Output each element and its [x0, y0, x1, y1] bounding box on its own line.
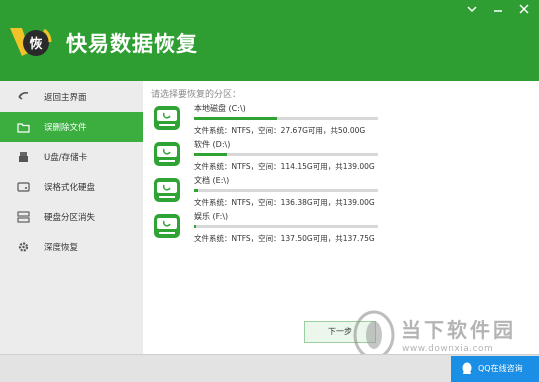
- drive-item[interactable]: 软件 (D:\) 文件系统：NTFS，空间：114.15G可用，共139.00G: [153, 139, 393, 171]
- app-title: 快易数据恢复: [66, 32, 198, 56]
- partition-hint: 请选择要恢复的分区：: [151, 90, 242, 100]
- sidebar-item-label: 硬盘分区消失: [44, 213, 96, 223]
- folder-icon: [17, 123, 30, 133]
- watermark-logo-icon: [353, 310, 395, 360]
- hard-disk-icon: [17, 182, 30, 192]
- minimize-icon[interactable]: [490, 4, 506, 18]
- drive-info: 文件系统：NTFS，空间：27.67G可用，共50.00G: [194, 126, 366, 135]
- back-arrow-icon: [18, 92, 29, 100]
- sidebar-item-label: 深度恢复: [44, 243, 79, 253]
- sidebar-item-formatted-disk[interactable]: 误格式化硬盘: [0, 172, 143, 202]
- drive-item[interactable]: 本地磁盘 (C:\) 文件系统：NTFS，空间：27.67G可用，共50.00G: [153, 103, 393, 135]
- close-icon[interactable]: [516, 4, 532, 18]
- drive-name: 文档 (E:\): [194, 176, 230, 185]
- drive-icon: [154, 106, 180, 130]
- gear-icon: [18, 242, 29, 252]
- drive-usage-bar: [194, 189, 378, 192]
- sidebar: 返回主界面 误删除文件 U盘/存储卡 误格式化硬盘 硬盘分区消失 深度恢复: [0, 81, 143, 354]
- logo-char: 恢: [29, 36, 42, 52]
- watermark-text: 当下软件园: [401, 318, 516, 342]
- sidebar-item-label: 误格式化硬盘: [44, 183, 96, 193]
- drive-usage-bar: [194, 225, 378, 228]
- qq-consult-button[interactable]: QQ在线咨询: [451, 356, 539, 382]
- drive-icon: [154, 142, 180, 166]
- pin-icon[interactable]: [464, 4, 480, 18]
- sidebar-item-label: 返回主界面: [44, 93, 87, 103]
- drive-icon: [154, 178, 180, 202]
- app-logo-icon: 恢: [10, 28, 52, 56]
- sidebar-item-partition-lost[interactable]: 硬盘分区消失: [0, 202, 143, 232]
- drive-item[interactable]: 娱乐 (F:\) 文件系统：NTFS，空间：137.50G可用，共137.75G: [153, 211, 393, 243]
- watermark-url: www.downxia.com: [402, 344, 494, 354]
- partition-icon: [17, 211, 30, 223]
- sidebar-item-usb-card[interactable]: U盘/存储卡: [0, 142, 143, 172]
- drive-info: 文件系统：NTFS，空间：114.15G可用，共139.00G: [194, 162, 375, 171]
- title-bar: 恢 快易数据恢复: [0, 0, 539, 81]
- drive-usage-bar: [194, 117, 378, 120]
- sidebar-item-deep-recovery[interactable]: 深度恢复: [0, 232, 143, 262]
- sidebar-item-back-home[interactable]: 返回主界面: [0, 82, 143, 112]
- drive-name: 软件 (D:\): [194, 140, 231, 149]
- sidebar-item-deleted-files[interactable]: 误删除文件: [0, 112, 143, 142]
- sidebar-item-label: U盘/存储卡: [44, 153, 88, 163]
- sidebar-item-label: 误删除文件: [44, 123, 87, 133]
- drive-usage-bar: [194, 153, 378, 156]
- drive-name: 本地磁盘 (C:\): [194, 104, 246, 113]
- qq-penguin-icon: [462, 362, 472, 374]
- drive-info: 文件系统：NTFS，空间：136.38G可用，共139.00G: [194, 198, 375, 207]
- drive-item[interactable]: 文档 (E:\) 文件系统：NTFS，空间：136.38G可用，共139.00G: [153, 175, 393, 207]
- drive-info: 文件系统：NTFS，空间：137.50G可用，共137.75G: [194, 234, 375, 243]
- drive-icon: [154, 214, 180, 238]
- usb-drive-icon: [19, 152, 28, 162]
- drive-name: 娱乐 (F:\): [194, 212, 229, 221]
- qq-consult-label: QQ在线咨询: [478, 364, 523, 373]
